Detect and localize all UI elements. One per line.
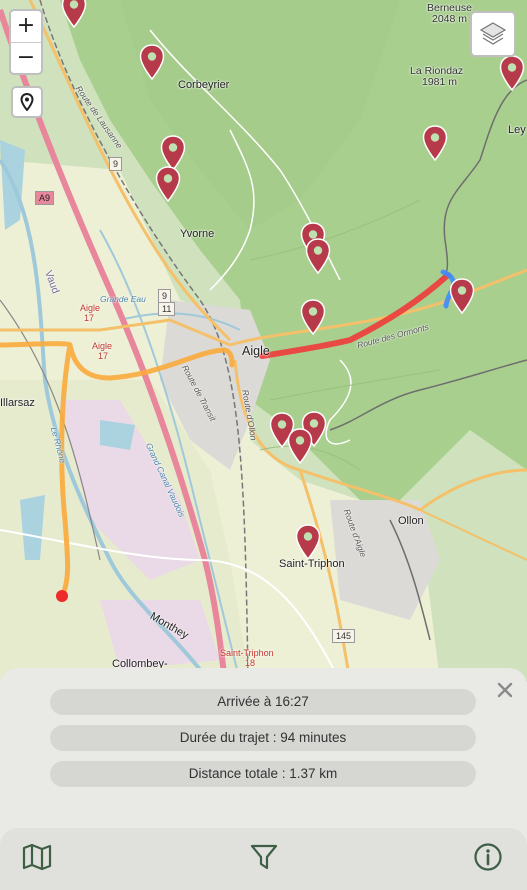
label-aigle-17b: Aigle <box>92 341 113 351</box>
label-berneuse-alt: 2048 m <box>432 13 468 25</box>
locate-button[interactable] <box>11 86 43 118</box>
map-marker[interactable] <box>499 55 525 92</box>
zoom-control: + − <box>9 9 43 75</box>
label-riondaz-alt: 1981 m <box>422 76 458 88</box>
road-shield-9: 9 <box>109 157 123 171</box>
label-illarsaz: Illarsaz <box>0 397 35 409</box>
label-leysin: Ley <box>508 124 526 136</box>
map-marker[interactable] <box>300 299 326 336</box>
map-marker[interactable] <box>422 125 448 162</box>
label-saint-triphon-18-num: 18 <box>245 658 256 668</box>
layers-button[interactable] <box>470 11 516 57</box>
map-pin-icon <box>61 0 87 29</box>
map-marker[interactable] <box>139 44 165 81</box>
label-aigle-17b-num: 17 <box>98 351 109 361</box>
map-pin-icon <box>295 524 321 561</box>
route-overlay <box>0 269 457 602</box>
map-pin-icon <box>449 278 475 315</box>
zoom-out-button[interactable]: − <box>11 43 41 74</box>
location-pin-icon <box>20 93 34 111</box>
map-pin-icon <box>305 238 331 275</box>
zoom-in-button[interactable]: + <box>11 11 41 43</box>
road-shield-a9: A9 <box>35 191 55 205</box>
filter-nav-button[interactable] <box>247 840 281 874</box>
label-yvorne: Yvorne <box>180 228 215 240</box>
route-start-dot <box>56 590 68 602</box>
close-icon <box>497 682 513 698</box>
road-shield-11: 11 <box>158 302 176 316</box>
map-marker[interactable] <box>295 524 321 561</box>
map-pin-icon <box>287 428 313 465</box>
arrival-time: Arrivée à 16:27 <box>50 689 476 715</box>
map-marker[interactable] <box>155 166 181 203</box>
map-marker[interactable] <box>305 238 331 275</box>
map-pin-icon <box>300 299 326 336</box>
map-marker[interactable] <box>287 428 313 465</box>
total-distance: Distance totale : 1.37 km <box>50 761 476 787</box>
map-marker[interactable] <box>449 278 475 315</box>
label-aigle: Aigle <box>242 344 270 358</box>
road-shield-145: 145 <box>332 629 356 643</box>
info-icon <box>474 843 502 871</box>
label-corbeyrier: Corbeyrier <box>178 79 230 91</box>
filter-icon <box>250 844 278 870</box>
label-ollon: Ollon <box>398 515 424 527</box>
map-pin-icon <box>155 166 181 203</box>
route-red-line <box>259 272 451 359</box>
close-button[interactable] <box>495 680 515 700</box>
map-marker[interactable] <box>61 0 87 29</box>
layers-icon <box>479 22 507 45</box>
map-pin-icon <box>139 44 165 81</box>
bottom-navigation <box>0 828 527 890</box>
label-aigle-17a: Aigle <box>80 303 101 313</box>
info-nav-button[interactable] <box>471 840 505 874</box>
label-saint-triphon-18: Saint-Triphon <box>220 648 274 658</box>
map-pin-icon <box>499 55 525 92</box>
label-aigle-17a-num: 17 <box>84 313 95 323</box>
map-view[interactable]: Corbeyrier Yvorne Aigle Ollon Saint-Trip… <box>0 0 527 682</box>
trip-duration: Durée du trajet : 94 minutes <box>50 725 476 751</box>
road-shield-9b: 9 <box>158 289 172 303</box>
map-nav-button[interactable] <box>20 840 54 874</box>
label-grande-eau: Grande Eau <box>100 294 146 304</box>
map-icon <box>22 843 52 871</box>
map-pin-icon <box>422 125 448 162</box>
